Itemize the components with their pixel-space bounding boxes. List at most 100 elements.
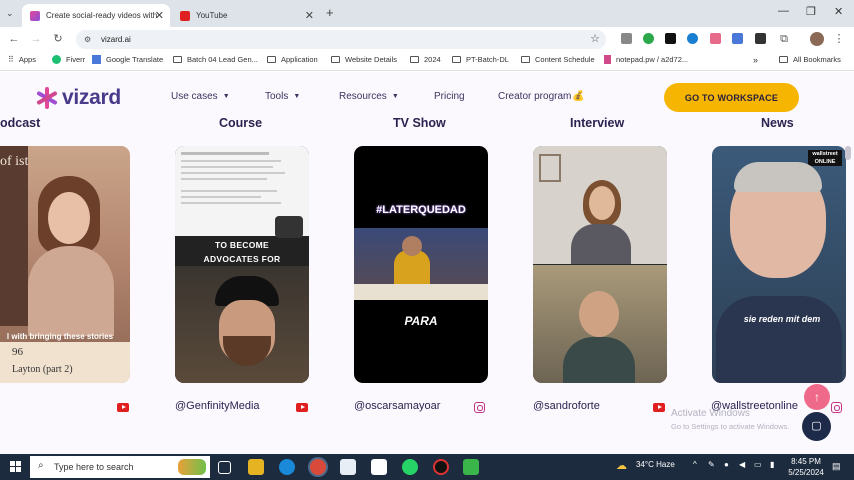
nav-creator-program[interactable]: Creator program 💰: [498, 91, 585, 102]
youtube-favicon-icon: [180, 10, 190, 21]
site-info-icon[interactable]: ⚙: [84, 35, 91, 44]
close-tab-icon[interactable]: ✕: [305, 9, 314, 22]
battery-icon[interactable]: ▮: [770, 460, 774, 469]
tab-title: YouTube: [196, 11, 228, 20]
category-interview: Interview: [570, 116, 625, 130]
nav-pricing[interactable]: Pricing: [434, 91, 465, 102]
profile-avatar[interactable]: [810, 32, 824, 46]
folder-icon: [267, 56, 276, 63]
back-icon[interactable]: ←: [7, 32, 21, 46]
host-face: [402, 236, 422, 256]
extensions-puzzle-icon[interactable]: ⧉: [777, 32, 791, 46]
edge-icon[interactable]: [279, 459, 295, 475]
recorder-icon[interactable]: [433, 459, 449, 475]
minimize-icon[interactable]: —: [778, 5, 789, 17]
youtube-icon[interactable]: [296, 403, 308, 412]
forward-icon[interactable]: →: [29, 32, 43, 46]
bookmark-notepad[interactable]: notepad.pw / a2d72...: [604, 55, 688, 64]
fiverr-icon: [52, 55, 61, 64]
windows-start-icon[interactable]: [10, 461, 22, 473]
youtube-icon[interactable]: [653, 403, 665, 412]
book-cover-text: of ist: [0, 154, 29, 169]
extension-icon[interactable]: [710, 33, 721, 44]
subtitle-line: TO BECOME: [214, 240, 270, 250]
tab-search-chevron-icon[interactable]: ⌄: [6, 8, 14, 19]
nav-resources[interactable]: Resources ▼: [339, 91, 399, 102]
subtitle-line: l with bringing these stories: [6, 332, 114, 341]
instagram-icon[interactable]: [474, 402, 485, 413]
network-icon[interactable]: ▭: [754, 460, 762, 469]
scroll-to-top-button[interactable]: ↑: [804, 384, 830, 410]
weather-text[interactable]: 34°C Haze: [636, 460, 675, 469]
vizard-logo[interactable]: vizard: [36, 86, 121, 110]
chrome-icon[interactable]: [310, 459, 326, 475]
new-tab-button[interactable]: +: [326, 5, 334, 20]
tab-vizard[interactable]: Create social-ready videos with ✕: [22, 4, 170, 27]
extension-icon[interactable]: [643, 33, 654, 44]
bookmark-fiverr[interactable]: Fiverr: [52, 55, 85, 64]
video-card-tv-show[interactable]: #LATERQUEDAD PARA: [354, 146, 488, 383]
speaker-video: [175, 266, 309, 383]
bookmark-apps[interactable]: ⠿ Apps: [8, 55, 36, 64]
nav-use-cases[interactable]: Use cases ▼: [171, 91, 230, 102]
handle-oscarsamayoar[interactable]: @oscarsamayoar: [354, 400, 440, 412]
bookmark-folder[interactable]: Application: [267, 55, 318, 64]
handle-sandroforte[interactable]: @sandroforte: [533, 400, 600, 412]
all-bookmarks[interactable]: All Bookmarks: [779, 55, 841, 64]
weather-icon: ☁: [616, 460, 627, 472]
bookmark-folder[interactable]: Website Details: [331, 55, 397, 64]
address-bar[interactable]: vizard.ai: [76, 30, 606, 49]
go-to-workspace-button[interactable]: GO TO WORKSPACE: [664, 83, 799, 112]
camtasia-icon[interactable]: [463, 459, 479, 475]
category-news: News: [761, 116, 794, 130]
bookmark-star-icon[interactable]: ☆: [588, 32, 602, 46]
translate-extension-icon[interactable]: [732, 33, 743, 44]
wall-frame: [539, 154, 561, 182]
tray-chevron-icon[interactable]: ^: [693, 460, 697, 469]
folder-icon: [452, 56, 461, 63]
extension-icon[interactable]: [621, 33, 632, 44]
extension-icon[interactable]: [665, 33, 676, 44]
reload-icon[interactable]: ↻: [51, 32, 65, 46]
notifications-icon[interactable]: ▤: [832, 461, 841, 472]
file-explorer-icon[interactable]: [248, 459, 264, 475]
notepad-icon: [604, 55, 611, 64]
microphone-icon[interactable]: ●: [724, 460, 729, 469]
youtube-icon[interactable]: [117, 403, 129, 412]
nav-tools[interactable]: Tools ▼: [265, 91, 300, 102]
extension-icon[interactable]: [755, 33, 766, 44]
extension-icon[interactable]: [687, 33, 698, 44]
speaker-icon[interactable]: ◀: [739, 460, 745, 469]
window-close-icon[interactable]: ✕: [834, 5, 843, 18]
clock-date[interactable]: 5/25/2024: [784, 468, 828, 477]
task-view-icon[interactable]: [218, 461, 231, 474]
tab-youtube[interactable]: YouTube ✕: [172, 4, 320, 27]
bookmark-folder[interactable]: Content Schedule: [521, 55, 595, 64]
close-tab-icon[interactable]: ✕: [155, 9, 164, 22]
whatsapp-icon[interactable]: [402, 459, 418, 475]
video-card-interview[interactable]: [533, 146, 667, 383]
guest-face: [579, 291, 619, 337]
more-bookmarks-icon[interactable]: »: [753, 55, 758, 65]
category-course: Course: [219, 116, 263, 130]
category-podcast: odcast: [0, 116, 41, 130]
capcut-icon[interactable]: [371, 459, 387, 475]
pen-icon[interactable]: ✎: [708, 460, 715, 469]
bookmark-folder[interactable]: Batch 04 Lead Gen...: [173, 55, 258, 64]
clock-time[interactable]: 8:45 PM: [786, 457, 826, 466]
bookmark-folder[interactable]: 2024: [410, 55, 441, 64]
video-card-podcast[interactable]: of ist l with bringing these stories 96 …: [0, 146, 130, 383]
handle-genfinitymedia[interactable]: @GenfinityMedia: [175, 400, 260, 412]
video-card-news[interactable]: wallstreet ONLINE sie reden mit dem: [712, 146, 846, 383]
browser-menu-icon[interactable]: ⋮: [832, 32, 846, 46]
restore-icon[interactable]: ❐: [806, 5, 816, 18]
instagram-icon[interactable]: [831, 402, 842, 413]
video-card-course[interactable]: TO BECOME ADVOCATES FOR: [175, 146, 309, 383]
taskbar-search-input[interactable]: ⌕ Type here to search: [30, 456, 210, 478]
page-scrollbar-thumb[interactable]: [845, 146, 851, 160]
interviewer-face: [589, 186, 615, 220]
chat-support-button[interactable]: ▢: [802, 412, 831, 441]
calculator-icon[interactable]: [340, 459, 356, 475]
bookmark-folder[interactable]: PT-Batch-DL: [452, 55, 509, 64]
bookmark-google-translate[interactable]: Google Translate: [92, 55, 163, 64]
